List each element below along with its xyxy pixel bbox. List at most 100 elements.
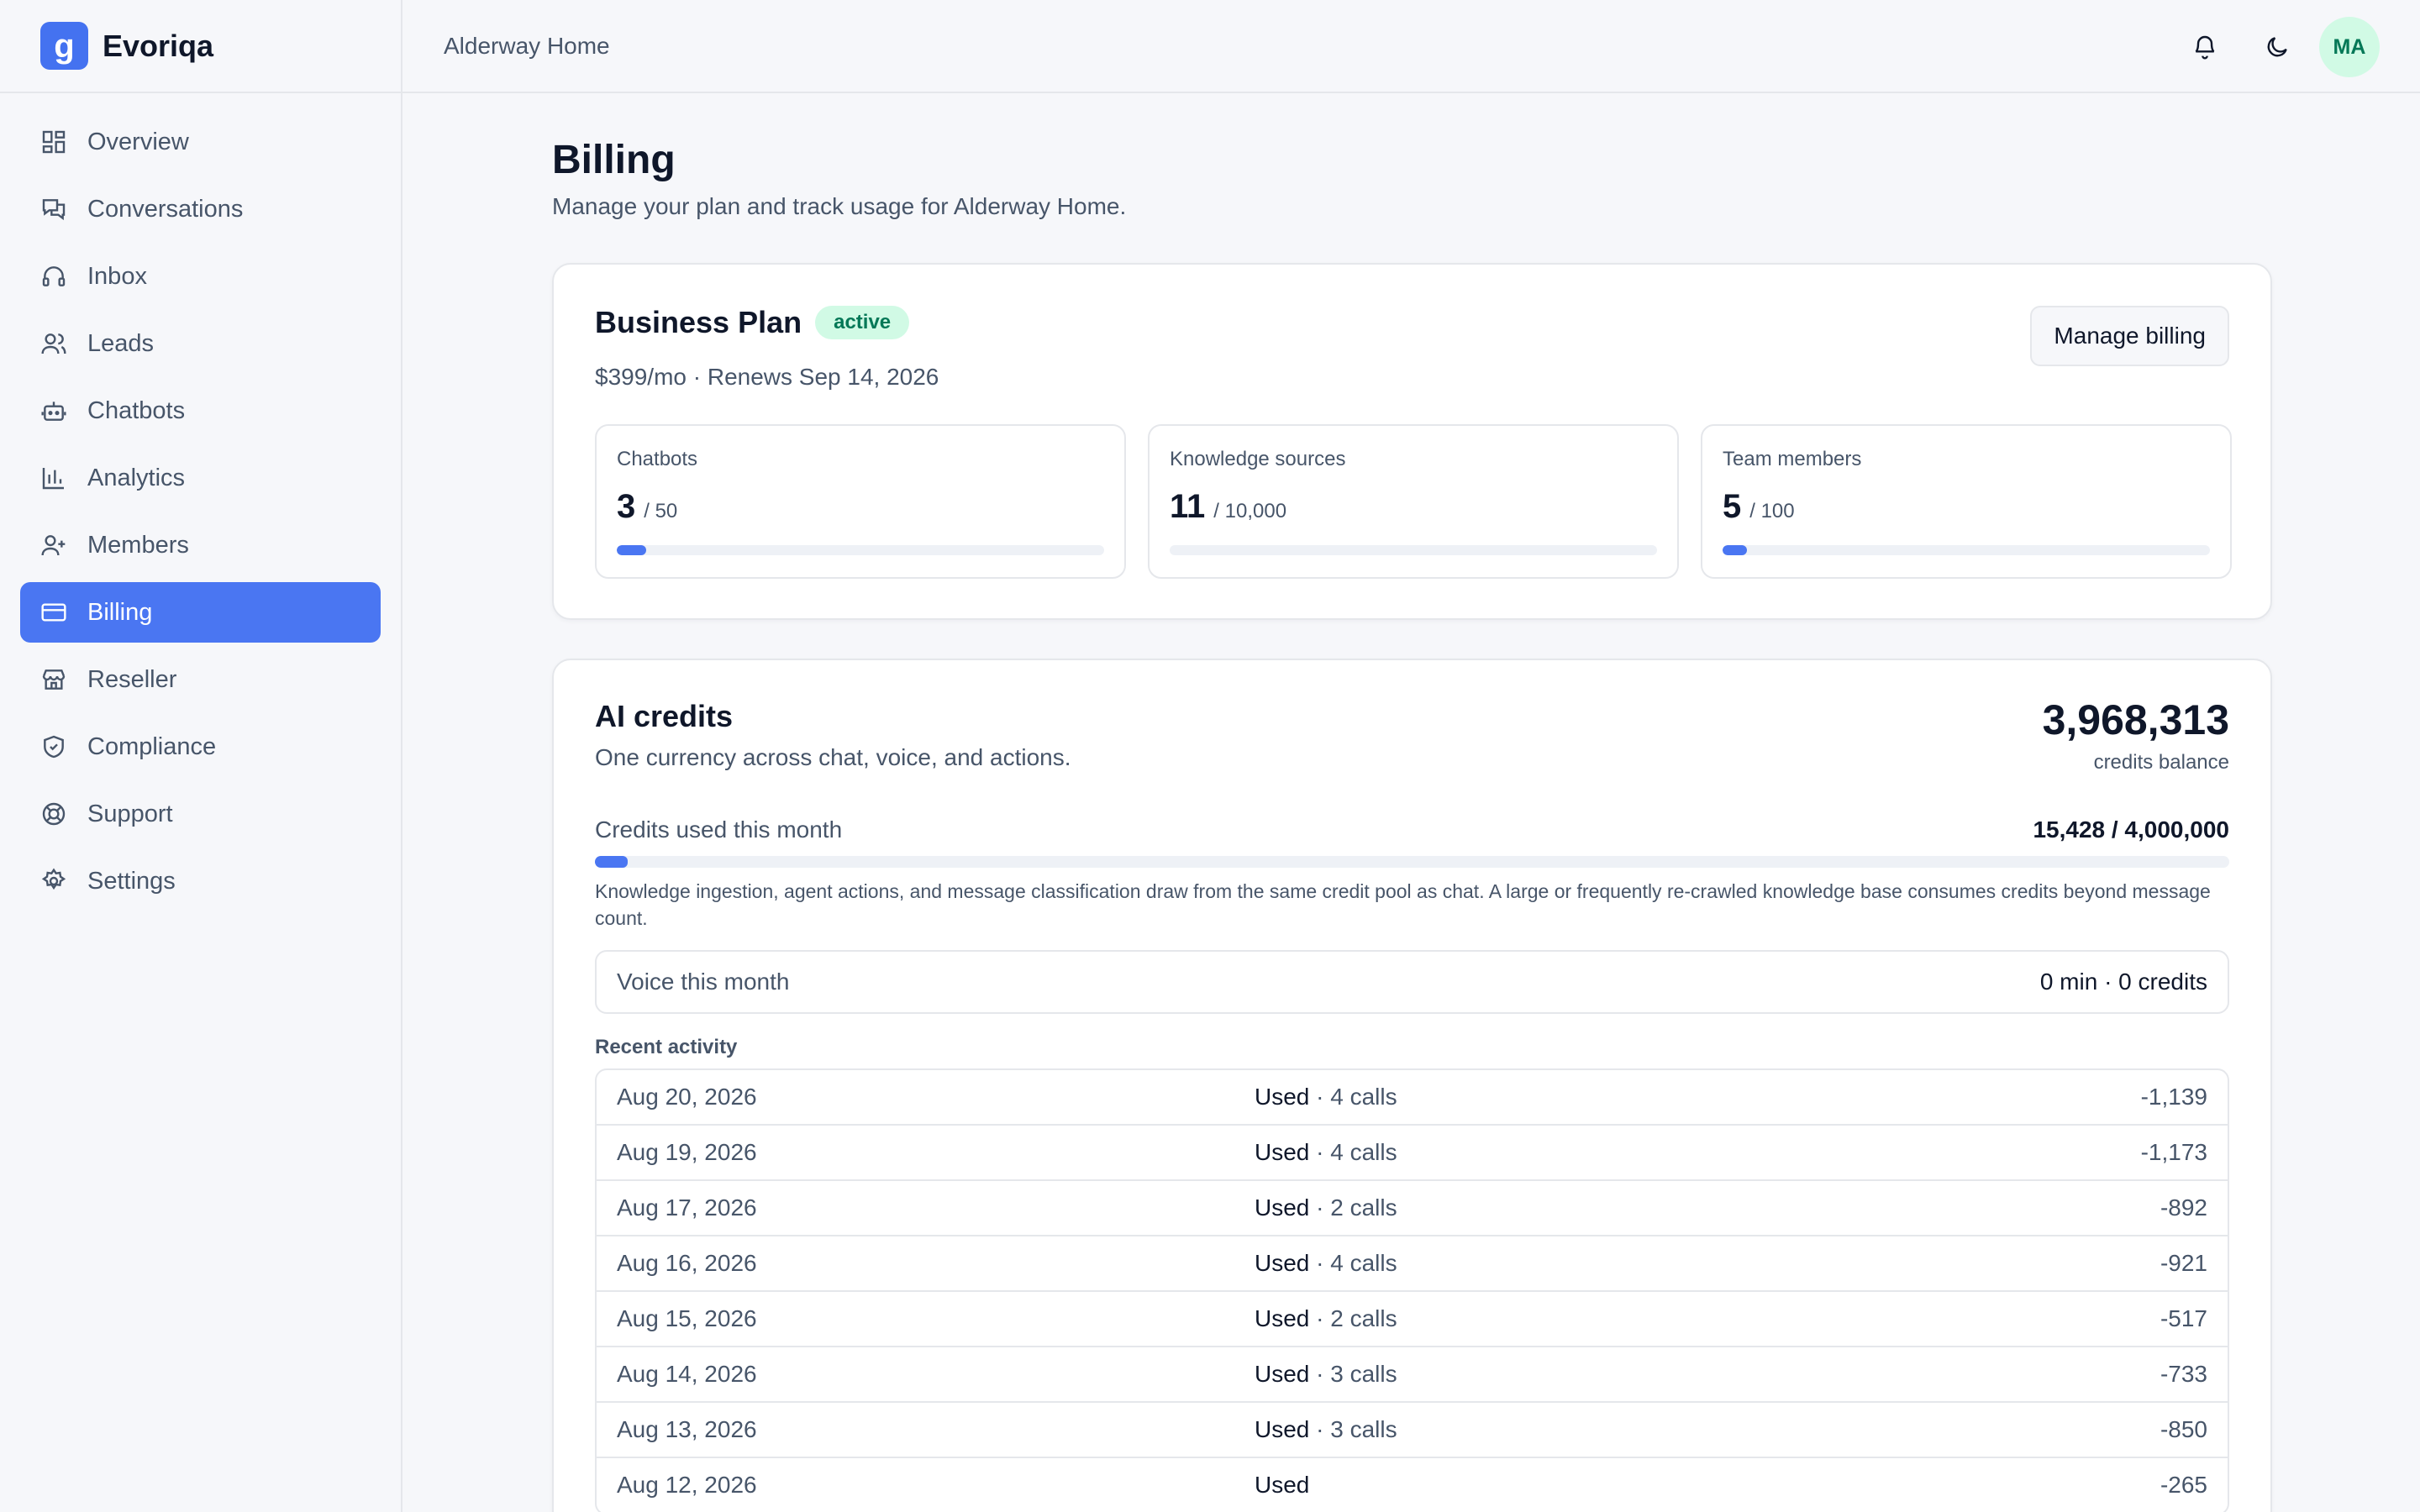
sidebar: g Evoriqa Overview Conversations Inbox L…	[0, 0, 402, 1512]
recent-activity-label: Recent activity	[595, 1036, 738, 1058]
sidebar-item-label: Chatbots	[87, 396, 186, 424]
sidebar-item-label: Inbox	[87, 262, 147, 290]
sidebar-item-support[interactable]: Support	[20, 784, 381, 844]
sidebar-item-label: Compliance	[87, 732, 217, 760]
activity-detail: · 3 calls	[1309, 1361, 1397, 1387]
stat-value: 3	[617, 488, 636, 525]
usage-bar-fill	[1723, 545, 1747, 555]
credits-note: Knowledge ingestion, agent actions, and …	[595, 880, 2211, 929]
credits-used-row: Credits used this month 15,428 / 4,000,0…	[595, 816, 2229, 843]
sidebar-item-compliance[interactable]: Compliance	[20, 717, 381, 777]
activity-detail: · 4 calls	[1309, 1084, 1397, 1110]
usage-bar	[617, 545, 1104, 555]
sidebar-item-label: Overview	[87, 128, 189, 155]
brand[interactable]: g Evoriqa	[0, 0, 401, 93]
activity-amount: -892	[2160, 1194, 2207, 1221]
activity-amount: -850	[2160, 1416, 2207, 1442]
store-icon	[42, 669, 66, 690]
users-icon	[41, 333, 66, 354]
activity-date: Aug 20, 2026	[617, 1084, 757, 1110]
table-row: Aug 12, 2026 Used -265	[597, 1458, 2228, 1512]
table-row: Aug 17, 2026 Used · 2 calls -892	[597, 1181, 2228, 1236]
notifications-button[interactable]	[2175, 17, 2235, 77]
sidebar-item-label: Leads	[87, 329, 155, 357]
sidebar-item-overview[interactable]: Overview	[20, 112, 381, 172]
activity-amount: -921	[2160, 1250, 2207, 1276]
sidebar-item-members[interactable]: Members	[20, 515, 381, 575]
activity-amount: -1,139	[2140, 1084, 2207, 1110]
sidebar-item-settings[interactable]: Settings	[20, 851, 381, 911]
activity-date: Aug 15, 2026	[617, 1305, 757, 1331]
stat-limit: / 10,000	[1213, 500, 1287, 522]
main-content: Billing Manage your plan and track usage…	[552, 93, 2272, 1512]
table-row: Aug 15, 2026 Used · 2 calls -517	[597, 1292, 2228, 1347]
activity-table: Aug 20, 2026 Used · 4 calls -1,139 Aug 1…	[595, 1068, 2229, 1512]
stat-knowledge-sources: Knowledge sources 11 / 10,000	[1148, 424, 1679, 579]
activity-description: Used · 3 calls	[1255, 1416, 2160, 1443]
activity-detail: · 4 calls	[1309, 1139, 1397, 1165]
activity-date: Aug 16, 2026	[617, 1250, 757, 1276]
gear-icon	[41, 868, 66, 890]
activity-amount: -1,173	[2140, 1139, 2207, 1165]
bell-icon	[2195, 35, 2215, 60]
sidebar-item-label: Support	[87, 800, 173, 827]
plan-meta: $399/mo · Renews Sep 14, 2026	[595, 364, 939, 390]
stat-label: Chatbots	[617, 448, 698, 470]
brand-logo: g	[40, 22, 88, 70]
credits-used-label: Credits used this month	[595, 816, 843, 843]
activity-amount: -265	[2160, 1472, 2207, 1498]
activity-kind: Used	[1255, 1361, 1310, 1387]
usage-bar-fill	[617, 545, 646, 555]
stat-value-row: 11 / 10,000	[1170, 488, 1657, 526]
stat-value-row: 5 / 100	[1723, 488, 2210, 526]
table-row: Aug 13, 2026 Used · 3 calls -850	[597, 1403, 2228, 1458]
activity-amount: -517	[2160, 1305, 2207, 1331]
sidebar-item-reseller[interactable]: Reseller	[20, 649, 381, 710]
bot-icon	[41, 402, 66, 421]
activity-kind: Used	[1255, 1472, 1310, 1498]
credit-card-icon	[41, 603, 66, 622]
avatar[interactable]: MA	[2319, 17, 2380, 77]
manage-billing-button[interactable]: Manage billing	[2030, 306, 2229, 366]
chat-icon	[42, 199, 66, 221]
activity-kind: Used	[1255, 1084, 1310, 1110]
theme-toggle-button[interactable]	[2247, 17, 2307, 77]
table-row: Aug 19, 2026 Used · 4 calls -1,173	[597, 1126, 2228, 1181]
plan-card: Business Plan active $399/mo · Renews Se…	[552, 263, 2272, 620]
stat-value: 5	[1723, 488, 1742, 525]
activity-date: Aug 13, 2026	[617, 1416, 757, 1442]
lifebuoy-icon	[42, 802, 66, 826]
moon-icon	[2267, 37, 2287, 57]
usage-bar	[1723, 545, 2210, 555]
activity-kind: Used	[1255, 1250, 1310, 1276]
sidebar-item-label: Analytics	[87, 464, 186, 491]
shield-icon	[44, 735, 64, 759]
sidebar-nav: Overview Conversations Inbox Leads Chatb…	[0, 93, 401, 937]
sidebar-item-conversations[interactable]: Conversations	[20, 179, 381, 239]
activity-date: Aug 17, 2026	[617, 1194, 757, 1221]
sidebar-item-analytics[interactable]: Analytics	[20, 448, 381, 508]
table-row: Aug 14, 2026 Used · 3 calls -733	[597, 1347, 2228, 1403]
activity-description: Used	[1255, 1472, 2160, 1499]
stat-limit: / 100	[1749, 500, 1795, 522]
activity-description: Used · 2 calls	[1255, 1305, 2160, 1332]
credits-used-value: 15,428 / 4,000,000	[2033, 816, 2229, 843]
user-plus-icon	[41, 535, 66, 556]
stat-label: Team members	[1723, 448, 1862, 470]
sidebar-item-chatbots[interactable]: Chatbots	[20, 381, 381, 441]
voice-label: Voice this month	[617, 969, 790, 995]
sidebar-item-billing[interactable]: Billing	[20, 582, 381, 643]
activity-detail: · 3 calls	[1309, 1416, 1397, 1442]
activity-kind: Used	[1255, 1194, 1310, 1221]
headset-icon	[42, 266, 66, 286]
activity-date: Aug 14, 2026	[617, 1361, 757, 1387]
activity-date: Aug 12, 2026	[617, 1472, 757, 1498]
sidebar-item-label: Members	[87, 531, 189, 559]
brand-name: Evoriqa	[103, 28, 214, 63]
sidebar-item-leads[interactable]: Leads	[20, 313, 381, 374]
activity-amount: -733	[2160, 1361, 2207, 1387]
table-row: Aug 16, 2026 Used · 4 calls -921	[597, 1236, 2228, 1292]
sidebar-item-inbox[interactable]: Inbox	[20, 246, 381, 307]
plan-title-row: Business Plan active	[595, 305, 910, 340]
stat-value-row: 3 / 50	[617, 488, 1104, 526]
